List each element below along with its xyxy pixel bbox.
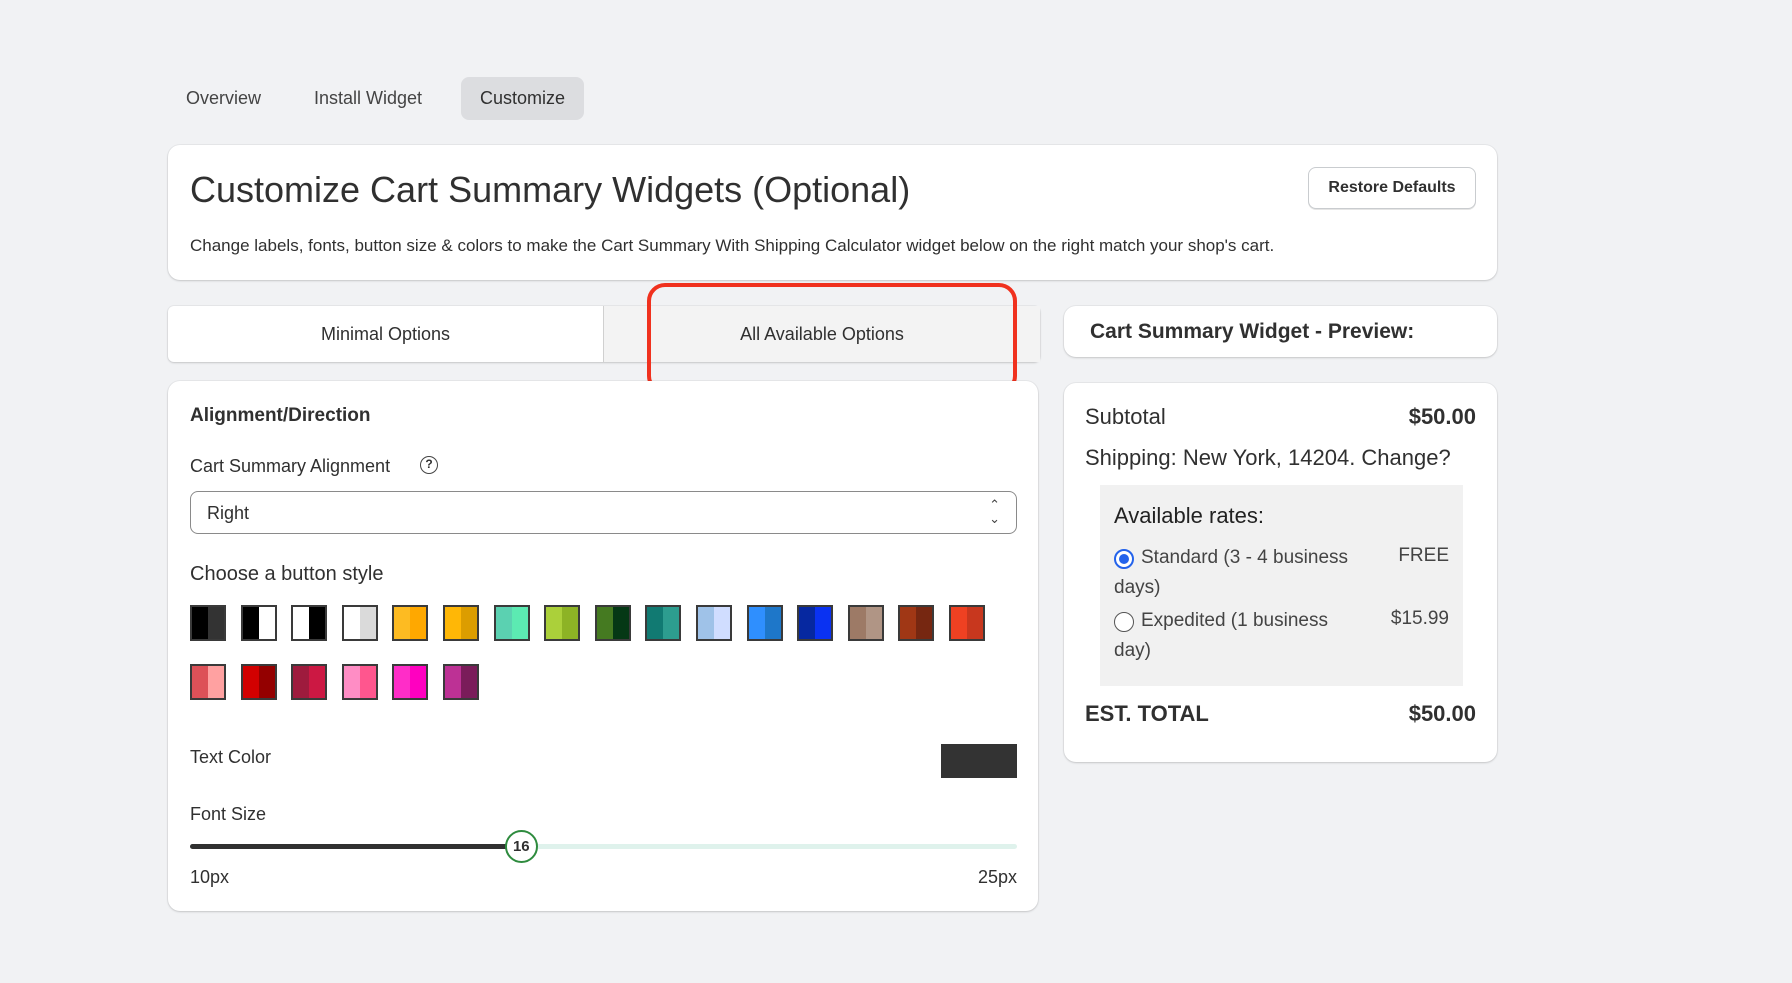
button-style-swatch[interactable] <box>240 605 277 641</box>
header-card: Customize Cart Summary Widgets (Optional… <box>168 145 1497 280</box>
preview-card: Subtotal $50.00 Shipping: New York, 1420… <box>1064 383 1497 762</box>
section-title: Alignment/Direction <box>190 405 371 426</box>
alignment-select[interactable]: Right ⌃ ⌄ <box>190 491 1017 534</box>
tab-customize[interactable]: Customize <box>461 77 585 120</box>
button-style-swatch[interactable] <box>696 605 732 641</box>
page-subtitle: Change labels, fonts, button size & colo… <box>190 236 1275 255</box>
font-min-label: 10px <box>190 867 230 887</box>
page-title: Customize Cart Summary Widgets (Optional… <box>190 169 911 210</box>
help-icon[interactable]: ? <box>420 456 438 474</box>
subtotal-label: Subtotal <box>1085 404 1166 429</box>
radio-expedited[interactable] <box>1114 612 1134 632</box>
rate-standard-label: Standard (3 - 4 business <box>1141 547 1349 568</box>
button-style-swatch[interactable] <box>190 664 226 700</box>
font-max-label: 25px <box>977 867 1017 887</box>
button-style-swatch[interactable] <box>190 605 226 641</box>
preview-title: Cart Summary Widget - Preview: <box>1090 320 1415 343</box>
radio-standard[interactable] <box>1114 549 1134 569</box>
slider-fill <box>190 844 521 849</box>
button-style-swatch[interactable] <box>443 605 479 641</box>
button-style-swatch[interactable] <box>291 664 328 700</box>
button-style-swatch[interactable] <box>291 605 328 641</box>
button-style-swatch[interactable] <box>847 605 884 641</box>
button-style-swatch[interactable] <box>645 605 682 641</box>
rates-box: Available rates: Standard (3 - 4 busines… <box>1100 485 1463 686</box>
tab-minimal-options[interactable]: Minimal Options <box>168 306 603 362</box>
button-style-swatch[interactable] <box>443 664 479 700</box>
rate-standard-label-cont: days) <box>1114 577 1161 598</box>
button-style-swatch[interactable] <box>544 605 581 641</box>
tab-install-widget[interactable]: Install Widget <box>295 77 441 120</box>
subtotal-value: $50.00 <box>1408 404 1476 429</box>
button-style-swatch[interactable] <box>392 664 429 700</box>
button-style-swatch[interactable] <box>746 605 783 641</box>
text-color-swatch[interactable] <box>941 744 1017 778</box>
button-style-swatch[interactable] <box>240 664 277 700</box>
preview-header-card: Cart Summary Widget - Preview: <box>1064 306 1497 357</box>
highlight-annotation <box>647 283 1017 394</box>
slider-handle[interactable]: 16 <box>504 830 538 863</box>
total-value: $50.00 <box>1408 701 1476 726</box>
rate-expedited-price: $15.99 <box>1390 608 1449 629</box>
button-style-swatch[interactable] <box>392 605 429 641</box>
button-style-swatch[interactable] <box>493 605 530 641</box>
button-style-swatch[interactable] <box>341 664 378 700</box>
button-style-label: Choose a button style <box>190 563 384 585</box>
button-style-swatch[interactable] <box>797 605 834 641</box>
rates-title: Available rates: <box>1114 503 1265 528</box>
settings-card: Alignment/Direction Cart Summary Alignme… <box>168 381 1038 911</box>
button-style-swatch[interactable] <box>341 605 378 641</box>
button-style-swatch[interactable] <box>594 605 631 641</box>
text-color-label: Text Color <box>190 747 272 767</box>
font-size-label: Font Size <box>190 804 267 824</box>
rate-expedited-label-cont: day) <box>1114 640 1151 661</box>
chevron-up-down-icon: ⌃ ⌄ <box>989 497 1000 526</box>
total-label: EST. TOTAL <box>1085 701 1209 726</box>
tab-overview[interactable]: Overview <box>167 77 280 120</box>
rate-standard-price: FREE <box>1398 545 1449 566</box>
alignment-value: Right <box>207 503 250 523</box>
button-style-swatch[interactable] <box>898 605 935 641</box>
font-size-slider[interactable]: 16 <box>190 830 1017 863</box>
button-style-swatch[interactable] <box>949 605 985 641</box>
restore-defaults-button[interactable]: Restore Defaults <box>1308 167 1476 209</box>
rate-expedited-label: Expedited (1 business <box>1141 610 1328 631</box>
alignment-label: Cart Summary Alignment <box>190 456 391 476</box>
shipping-link[interactable]: Shipping: New York, 14204. Change? <box>1085 445 1451 471</box>
